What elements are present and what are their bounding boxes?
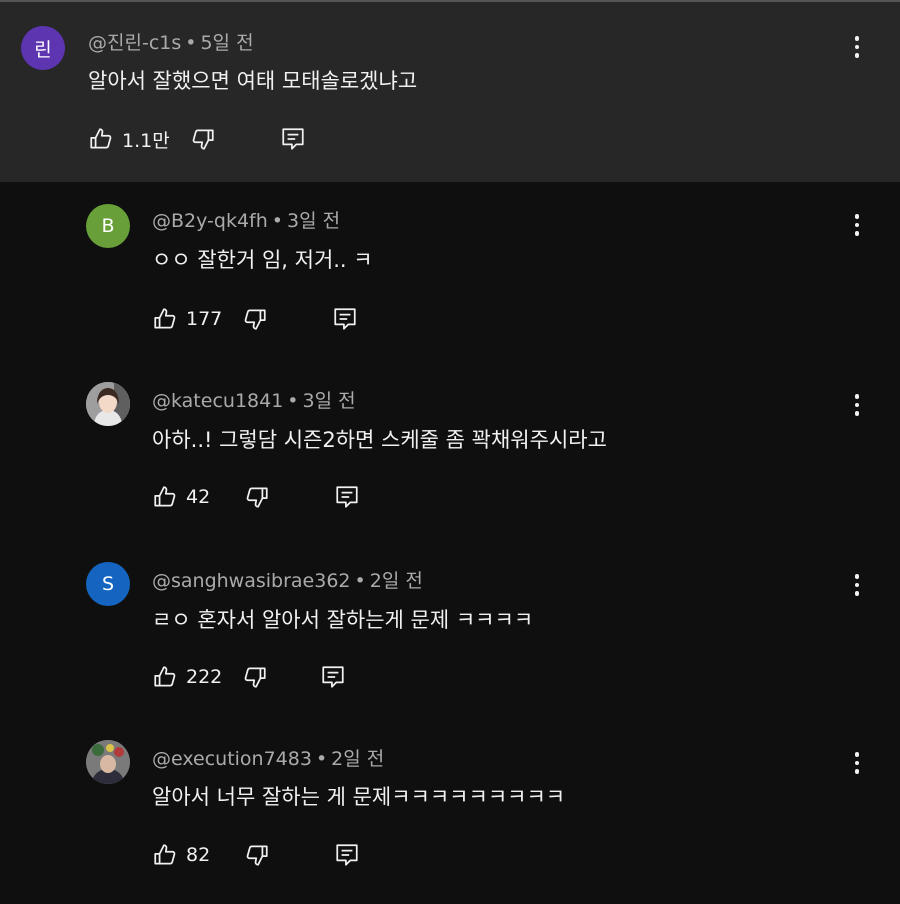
thumb-down-icon[interactable]	[240, 304, 270, 334]
comment-actions: 177	[150, 304, 360, 334]
avatar-initial: S	[101, 573, 115, 595]
thumb-up-icon[interactable]	[150, 482, 180, 512]
comment-actions: 42	[150, 482, 362, 512]
like-count: 82	[186, 844, 211, 866]
more-vert-icon[interactable]	[845, 570, 869, 600]
comment-meta: @B2y-qk4fh • 3일 전	[152, 206, 340, 233]
like-count: 1.1만	[122, 129, 170, 152]
thumb-down-icon[interactable]	[188, 124, 218, 154]
thumb-down-icon[interactable]	[240, 662, 270, 692]
reply-item: B @B2y-qk4fh • 3일 전 ㅇㅇ 잘한거 임, 저거.. ㅋ 177	[0, 182, 900, 362]
comment-text: 알아서 너무 잘하는 게 문제ㅋㅋㅋㅋㅋㅋㅋㅋㅋ	[152, 785, 566, 809]
more-vert-icon[interactable]	[845, 390, 869, 420]
reply-item: S @sanghwasibrae362 • 2일 전 ㄹㅇ 혼자서 알아서 잘하는게…	[0, 542, 900, 722]
comment-author[interactable]: @sanghwasibrae362	[152, 570, 351, 592]
more-vert-icon[interactable]	[845, 210, 869, 240]
thumb-down-icon[interactable]	[242, 482, 272, 512]
comment-text: ㅇㅇ 잘한거 임, 저거.. ㅋ	[152, 248, 373, 272]
more-vert-icon[interactable]	[845, 748, 869, 778]
avatar[interactable]	[86, 382, 130, 426]
avatar[interactable]	[86, 740, 130, 784]
comment-thread-main: 린 @진린-c1s • 5일 전 알아서 잘했으면 여태 모태솔로겠냐고 1.1만	[0, 2, 900, 182]
thumb-up-icon[interactable]	[150, 840, 180, 870]
comment-time[interactable]: 3일 전	[287, 210, 340, 232]
reply-comment-icon[interactable]	[318, 662, 348, 692]
reply-item: @katecu1841 • 3일 전 아하..! 그렇담 시즌2하면 스케줄 좀 꽉…	[0, 362, 900, 542]
meta-separator: •	[271, 210, 283, 232]
comment-meta: @진린-c1s • 5일 전	[88, 28, 254, 55]
avatar[interactable]: B	[86, 204, 130, 248]
comment-time[interactable]: 5일 전	[200, 32, 253, 54]
comment-author[interactable]: @execution7483	[152, 748, 312, 770]
profile-photo-icon	[86, 740, 130, 784]
comment-author[interactable]: @진린-c1s	[88, 32, 181, 54]
thumb-up-icon[interactable]	[86, 124, 116, 154]
comment-text: ㄹㅇ 혼자서 알아서 잘하는게 문제 ㅋㅋㅋㅋ	[152, 608, 534, 632]
avatar[interactable]: S	[86, 562, 130, 606]
like-count: 177	[186, 308, 223, 330]
comment-meta: @sanghwasibrae362 • 2일 전	[152, 566, 423, 593]
avatar-initial: 린	[34, 38, 52, 61]
reply-comment-icon[interactable]	[278, 124, 308, 154]
comment-author[interactable]: @katecu1841	[152, 390, 283, 412]
comment-time[interactable]: 2일 전	[370, 570, 423, 592]
meta-separator: •	[185, 32, 197, 54]
comment-author[interactable]: @B2y-qk4fh	[152, 210, 268, 232]
meta-separator: •	[315, 748, 328, 770]
comment-actions: 82	[150, 840, 362, 870]
comment-time[interactable]: 3일 전	[303, 390, 356, 412]
profile-photo-icon	[86, 382, 130, 426]
meta-separator: •	[354, 570, 366, 592]
reply-comment-icon[interactable]	[332, 482, 362, 512]
comment-text: 알아서 잘했으면 여태 모태솔로겠냐고	[88, 69, 418, 93]
reply-comment-icon[interactable]	[332, 840, 362, 870]
comment-actions: 1.1만	[86, 124, 308, 154]
comment-actions: 222	[150, 662, 348, 692]
more-vert-icon[interactable]	[845, 32, 869, 62]
comment-meta: @execution7483 • 2일 전	[152, 744, 384, 771]
avatar[interactable]: 린	[21, 26, 65, 70]
thumb-up-icon[interactable]	[150, 662, 180, 692]
reply-comment-icon[interactable]	[330, 304, 360, 334]
meta-separator: •	[287, 390, 299, 412]
comment-text: 아하..! 그렇담 시즌2하면 스케줄 좀 꽉채워주시라고	[152, 428, 607, 452]
avatar-initial: B	[101, 215, 115, 237]
comment-meta: @katecu1841 • 3일 전	[152, 386, 356, 413]
thumb-down-icon[interactable]	[242, 840, 272, 870]
comment-time[interactable]: 2일 전	[331, 748, 384, 770]
thumb-up-icon[interactable]	[150, 304, 180, 334]
reply-item: @execution7483 • 2일 전 알아서 너무 잘하는 게 문제ㅋㅋㅋㅋㅋ…	[0, 722, 900, 904]
like-count: 222	[186, 666, 223, 688]
like-count: 42	[186, 486, 211, 508]
